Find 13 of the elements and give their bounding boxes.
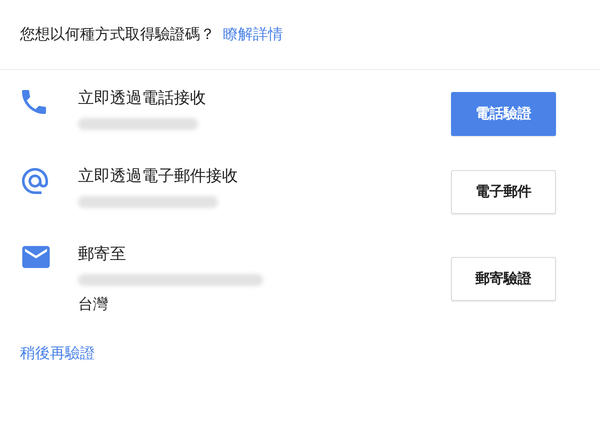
verify-button[interactable]: 郵寄驗證: [451, 257, 556, 301]
at-sign-icon: [22, 168, 48, 194]
phone-icon: [22, 90, 46, 114]
verify-later-link[interactable]: 稍後再驗證: [20, 344, 95, 363]
question-text: 您想以何種方式取得驗證碼？: [20, 25, 215, 44]
envelope-icon: [22, 246, 50, 268]
detail-text: 台灣: [78, 294, 109, 314]
option-title: 立即透過電子郵件接收: [78, 166, 239, 186]
verify-button[interactable]: 電話驗證: [451, 92, 556, 136]
option-title: 立即透過電話接收: [78, 88, 207, 108]
verify-button[interactable]: 電子郵件: [451, 170, 556, 214]
option-title: 郵寄至: [78, 244, 127, 264]
learn-more-link[interactable]: 瞭解詳情: [223, 25, 283, 44]
